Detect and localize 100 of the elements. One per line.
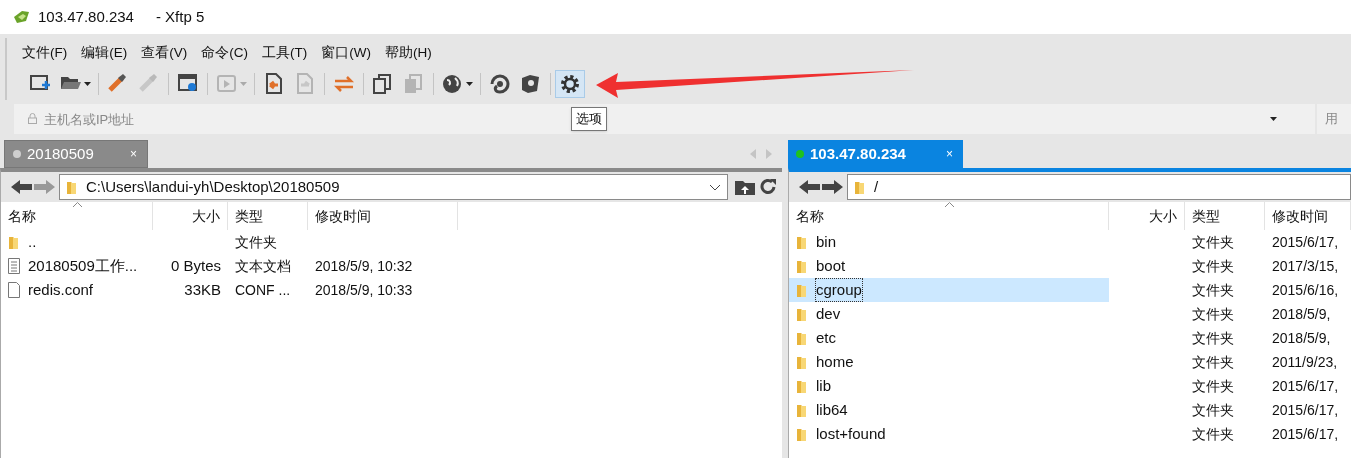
- file-row[interactable]: 20180509工作...: [1, 254, 153, 278]
- file-row[interactable]: lib64: [789, 398, 1109, 422]
- scroll-left-icon: [750, 149, 756, 159]
- file-type: CONF ...: [235, 281, 291, 298]
- modified-time: 2018/5/9,: [1272, 329, 1331, 346]
- file-row[interactable]: home: [789, 350, 1109, 374]
- modified-time: 2017/3/15,: [1272, 257, 1339, 274]
- column-header[interactable]: 修改时间: [308, 202, 458, 230]
- file-row[interactable]: redis.conf: [1, 278, 153, 302]
- forward-arrow-icon: [822, 179, 843, 195]
- file-row[interactable]: etc: [789, 326, 1109, 350]
- tab-label: 20180509: [27, 143, 95, 164]
- file-row[interactable]: dev: [789, 302, 1109, 326]
- username-label: 用: [1325, 110, 1338, 129]
- app-logo-icon: [12, 9, 30, 25]
- file-row[interactable]: lost+found: [789, 422, 1109, 446]
- folder-icon: [796, 426, 808, 442]
- folder-icon: [796, 258, 808, 274]
- menu-item[interactable]: 工具(T): [255, 39, 315, 67]
- tab-label: 103.47.80.234: [810, 143, 907, 164]
- file-row[interactable]: lib: [789, 374, 1109, 398]
- dropdown-caret-icon: [1270, 117, 1277, 121]
- modified-time: 2015/6/17,: [1272, 233, 1339, 250]
- file-name: boot: [816, 255, 846, 276]
- back-arrow-icon: [799, 179, 820, 195]
- file-type: 文本文档: [235, 257, 291, 274]
- back-arrow-icon: [11, 179, 32, 195]
- sort-indicator-icon: [73, 202, 82, 207]
- column-header[interactable]: 类型: [1185, 202, 1265, 230]
- file-name: lost+found: [816, 423, 886, 444]
- modified-time: 2015/6/16,: [1272, 281, 1339, 298]
- tooltip: 选项: [571, 107, 607, 131]
- folder-icon: [796, 402, 808, 418]
- modified-time: 2018/5/9, 10:33: [315, 281, 413, 298]
- file-type: 文件夹: [1192, 305, 1234, 322]
- file-name: cgroup: [816, 278, 862, 302]
- session-tab[interactable]: 103.47.80.234 ×: [788, 140, 963, 168]
- folder-icon: [796, 330, 808, 346]
- settings-icon: [558, 72, 582, 96]
- folder-icon: [66, 179, 78, 195]
- status-dot-icon: [796, 150, 804, 158]
- window-title: 103.47.80.234: [38, 6, 134, 27]
- folder-icon: [854, 179, 866, 195]
- column-header[interactable]: 大小: [1109, 202, 1185, 230]
- file-name: lib: [816, 375, 831, 396]
- column-header[interactable]: 类型: [228, 202, 308, 230]
- modified-time: 2015/6/17,: [1272, 401, 1339, 418]
- scroll-right-icon: [766, 149, 772, 159]
- folder-icon: [796, 234, 808, 250]
- menu-item[interactable]: 编辑(E): [74, 39, 135, 67]
- menu-item[interactable]: 窗口(W): [314, 39, 378, 67]
- file-type: 文件夹: [1192, 281, 1234, 298]
- caret-icon: [466, 82, 473, 86]
- file-name: bin: [816, 231, 837, 252]
- menu-item[interactable]: 文件(F): [15, 39, 75, 67]
- file-row[interactable]: cgroup: [789, 278, 1109, 302]
- modified-time: 2018/5/9,: [1272, 305, 1331, 322]
- menu-item[interactable]: 命令(C): [194, 39, 255, 67]
- caret-icon: [84, 82, 91, 86]
- file-icon: [8, 282, 20, 298]
- file-name: 20180509工作...: [28, 255, 138, 276]
- tab-close-button[interactable]: ×: [946, 145, 953, 163]
- forward-arrow-icon: [34, 179, 55, 195]
- parent-folder-icon: [734, 178, 756, 196]
- modified-time: 2015/6/17,: [1272, 377, 1339, 394]
- file-size: 0 Bytes: [170, 256, 221, 274]
- path-text: C:\Users\landui-yh\Desktop\20180509: [86, 176, 341, 197]
- text-file-icon: [8, 258, 20, 274]
- file-row[interactable]: boot: [789, 254, 1109, 278]
- file-type: 文件夹: [1192, 425, 1234, 442]
- dropdown-chevron-icon: [709, 183, 721, 191]
- column-header[interactable]: 大小: [153, 202, 228, 230]
- caret-icon: [240, 82, 247, 86]
- column-header[interactable]: 名称: [1, 202, 153, 230]
- toolbar-button[interactable]: [555, 70, 585, 98]
- refresh-icon: [758, 178, 778, 196]
- path-field[interactable]: C:\Users\landui-yh\Desktop\20180509: [59, 174, 728, 200]
- path-text: /: [874, 176, 880, 197]
- modified-time: 2018/5/9, 10:32: [315, 257, 413, 274]
- file-type: 文件夹: [235, 233, 277, 250]
- file-size: 33KB: [184, 280, 221, 298]
- status-dot-icon: [13, 150, 21, 158]
- file-name: lib64: [816, 399, 848, 420]
- column-header[interactable]: 修改时间: [1265, 202, 1351, 230]
- file-type: 文件夹: [1192, 329, 1234, 346]
- file-row[interactable]: bin: [789, 230, 1109, 254]
- menu-item[interactable]: 帮助(H): [378, 39, 439, 67]
- file-name: home: [816, 351, 854, 372]
- sort-indicator-icon: [945, 202, 954, 207]
- lock-icon: [28, 113, 37, 124]
- folder-icon: [796, 378, 808, 394]
- folder-icon: [796, 354, 808, 370]
- file-row[interactable]: ..: [1, 230, 153, 254]
- file-type: 文件夹: [1192, 233, 1234, 250]
- folder-icon: [8, 234, 20, 250]
- menu-item[interactable]: 查看(V): [134, 39, 195, 67]
- column-header[interactable]: 名称: [789, 202, 1109, 230]
- modified-time: 2011/9/23,: [1272, 353, 1338, 370]
- path-field[interactable]: /: [847, 174, 1351, 200]
- file-type: 文件夹: [1192, 401, 1234, 418]
